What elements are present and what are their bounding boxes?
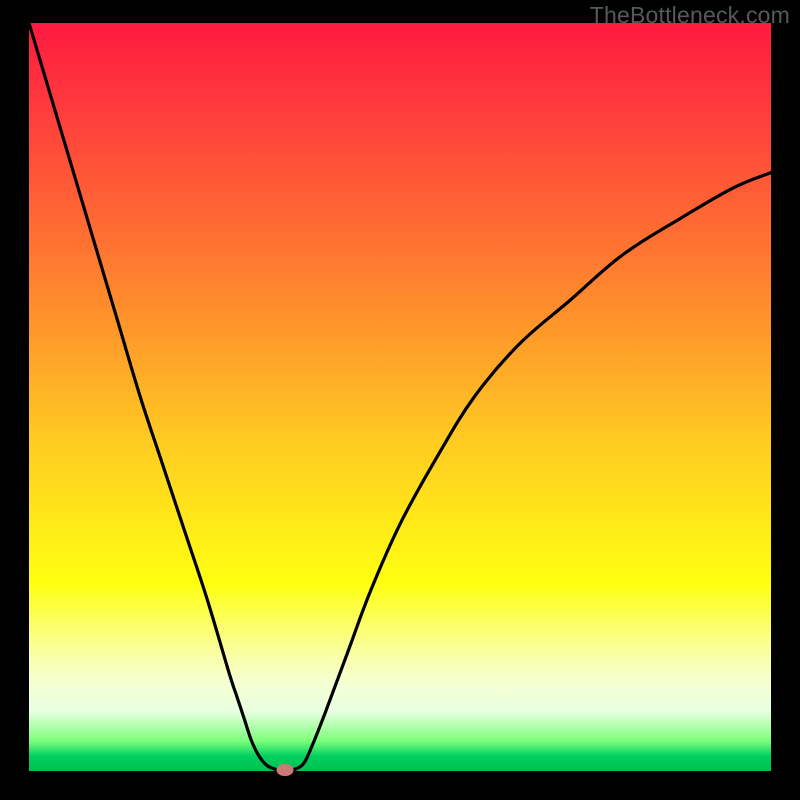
optimal-point-marker [276,764,293,776]
bottleneck-curve [29,23,771,770]
curve-svg [29,23,771,771]
chart-area [29,23,771,771]
